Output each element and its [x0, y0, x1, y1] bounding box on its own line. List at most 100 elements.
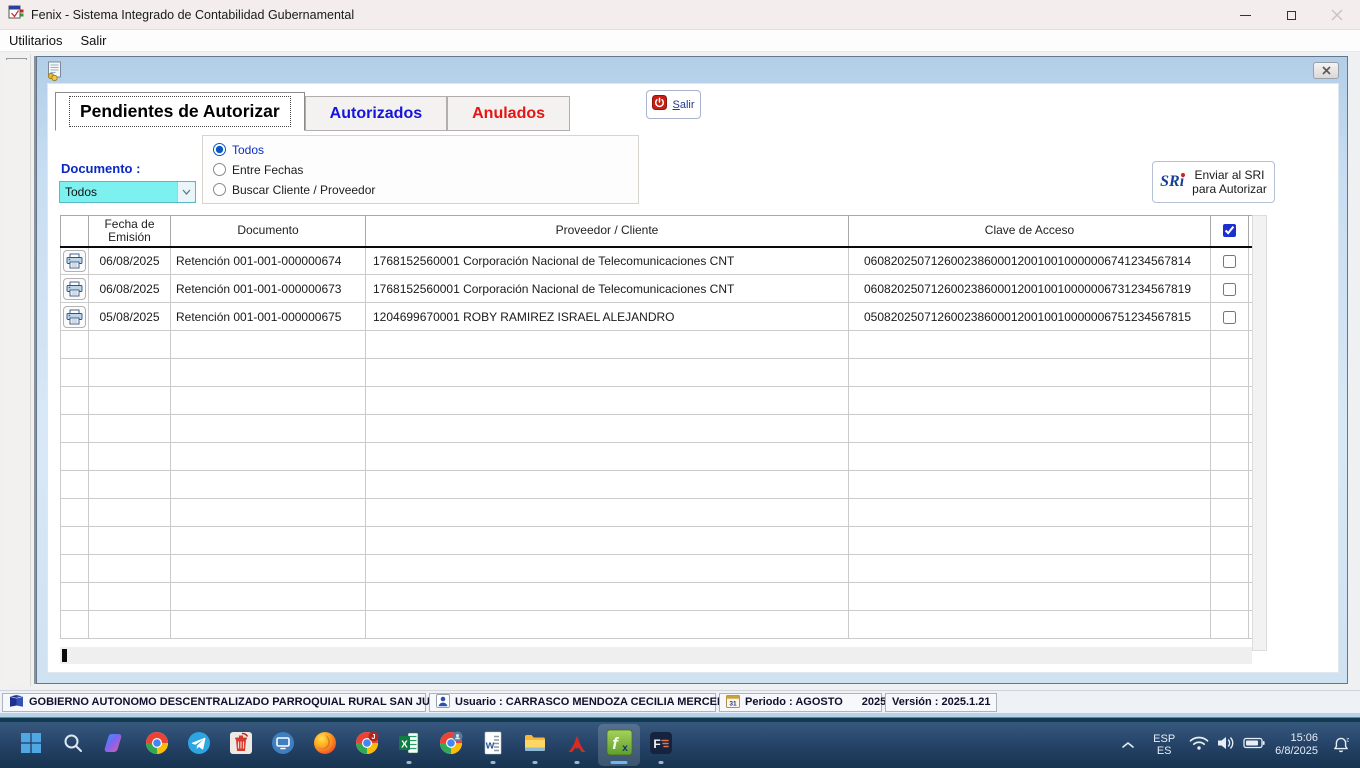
radio-buscar-cliente-proveedor[interactable]: Buscar Cliente / Proveedor: [213, 181, 628, 198]
taskbar-icon-copilot[interactable]: [94, 724, 136, 766]
empty-row: [61, 331, 1253, 359]
fenix-icon: fx: [606, 729, 633, 761]
retenciones-window: Pendientes de Autorizar Autorizados Anul…: [36, 56, 1348, 684]
cell-proveedor: 1768152560001 Corporación Nacional de Te…: [366, 275, 849, 303]
taskbar-icon-excel[interactable]: X: [388, 724, 430, 766]
taskbar-icon-telegram[interactable]: [178, 724, 220, 766]
taskbar-icon-firefox[interactable]: [304, 724, 346, 766]
tray-chevron-up-icon[interactable]: [1117, 740, 1139, 750]
screen: Fenix - Sistema Integrado de Contabilida…: [0, 0, 1360, 768]
print-button[interactable]: [63, 250, 86, 272]
enviar-al-sri-button[interactable]: SRi Enviar al SRI para Autorizar: [1152, 161, 1275, 203]
chrome-profile-icon: J: [355, 731, 379, 760]
tab-anulados[interactable]: Anulados: [447, 96, 570, 131]
taskbar-icon-explorer[interactable]: [514, 724, 556, 766]
radio-todos[interactable]: Todos: [213, 141, 628, 158]
taskbar-icon-remote-desktop[interactable]: [262, 724, 304, 766]
maximize-button[interactable]: [1268, 0, 1314, 30]
svg-text:z: z: [1346, 737, 1349, 743]
documento-column-header: Documento: [171, 216, 366, 247]
form-content: Pendientes de Autorizar Autorizados Anul…: [47, 83, 1339, 673]
svg-text:31: 31: [729, 700, 737, 707]
maximize-icon: [1287, 11, 1296, 20]
app-titlebar: Fenix - Sistema Integrado de Contabilida…: [0, 0, 1360, 30]
radio-entre-fechas[interactable]: Entre Fechas: [213, 161, 628, 178]
empty-row: [61, 555, 1253, 583]
taskbar-icons: JXw fx F: [10, 722, 682, 768]
cell-clave: 0608202507126002386000120010010000006741…: [849, 247, 1211, 275]
tray-language[interactable]: ESPES: [1149, 733, 1179, 757]
notification-bell-icon[interactable]: z: [1328, 736, 1354, 754]
minimize-button[interactable]: [1222, 0, 1268, 30]
row-checkbox[interactable]: [1223, 311, 1236, 324]
close-button[interactable]: [1314, 0, 1360, 30]
tab-label: Anulados: [472, 105, 545, 123]
statusbar-entity: GOBIERNO AUTONOMO DESCENTRALIZADO PARROQ…: [2, 693, 426, 712]
taskbar-icon-chrome[interactable]: [136, 724, 178, 766]
chrome-icon: [145, 731, 169, 760]
grid-horizontal-scrollbar[interactable]: [60, 647, 1252, 664]
empty-row: [61, 499, 1253, 527]
mdi-left-panel: [2, 54, 31, 686]
sri-button-label: Enviar al SRI para Autorizar: [1192, 168, 1267, 196]
taskbar-icon-search[interactable]: [52, 724, 94, 766]
select-all-checkbox[interactable]: [1223, 224, 1236, 237]
menubar: Utilitarios Salir: [0, 30, 1360, 52]
system-tray: ESPES 15:066/8/2025 z: [1117, 722, 1354, 768]
statusbar-user: Usuario : CARRASCO MENDOZA CECILIA MERCE…: [429, 693, 716, 712]
print-button[interactable]: [63, 306, 86, 328]
menu-utilitarios[interactable]: Utilitarios: [0, 30, 71, 52]
tab-autorizados[interactable]: Autorizados: [305, 96, 447, 131]
printer-icon: [66, 281, 83, 297]
cell-proveedor: 1768152560001 Corporación Nacional de Te…: [366, 247, 849, 275]
user-icon: [436, 694, 450, 711]
taskbar-icon-chrome-profile[interactable]: J: [346, 724, 388, 766]
fecha-column-header: Fecha deEmisión: [89, 216, 171, 247]
empty-row: [61, 583, 1253, 611]
documents-grid: Fecha deEmisión Documento Proveedor / Cl…: [60, 215, 1253, 639]
wifi-icon: [1189, 735, 1209, 756]
table-row[interactable]: 06/08/2025 Retención 001-001-000000673 1…: [61, 275, 1253, 303]
taskbar-icon-fenix[interactable]: fx: [598, 724, 640, 766]
table-row[interactable]: 05/08/2025 Retención 001-001-000000675 1…: [61, 303, 1253, 331]
taskbar-icon-files-app[interactable]: F: [640, 724, 682, 766]
explorer-icon: [523, 731, 547, 760]
print-button[interactable]: [63, 278, 86, 300]
empty-row: [61, 611, 1253, 639]
taskbar-icon-acrobat[interactable]: [556, 724, 598, 766]
documento-dropdown[interactable]: Todos: [59, 181, 196, 203]
child-close-button[interactable]: [1313, 62, 1339, 79]
printer-icon: [66, 309, 83, 325]
tray-clock[interactable]: 15:066/8/2025: [1275, 732, 1318, 758]
files-app-icon: F: [649, 731, 673, 760]
taskbar-icon-start[interactable]: [10, 724, 52, 766]
taskbar-icon-chrome-alt[interactable]: [430, 724, 472, 766]
radio-icon: [213, 183, 226, 196]
statusbar-period: 31 Periodo : AGOSTO 2025: [719, 693, 882, 712]
tray-status-icons[interactable]: [1189, 735, 1265, 756]
taskbar: JXw fx F ESPES 15:066/8/2025 z: [0, 722, 1360, 768]
row-checkbox[interactable]: [1223, 255, 1236, 268]
taskbar-icon-word[interactable]: w: [472, 724, 514, 766]
version-text: Versión : 2025.1.21: [892, 696, 990, 708]
menu-salir[interactable]: Salir: [71, 30, 115, 52]
scrollbar-thumb[interactable]: [62, 649, 67, 662]
salir-button[interactable]: Salir: [646, 90, 701, 119]
row-checkbox[interactable]: [1223, 283, 1236, 296]
book-icon: [9, 694, 24, 710]
acrobat-icon: [565, 731, 589, 760]
dropdown-arrow-button[interactable]: [177, 182, 195, 202]
salir-button-label: Salir: [672, 99, 694, 111]
tab-label: Pendientes de Autorizar: [70, 97, 290, 126]
minimized-window-handle[interactable]: [6, 58, 27, 60]
empty-row: [61, 415, 1253, 443]
mdi-client: Pendientes de Autorizar Autorizados Anul…: [0, 52, 1360, 690]
taskbar-icon-recycle[interactable]: [220, 724, 262, 766]
remote-desktop-icon: [271, 731, 295, 760]
grid-vertical-scrollbar[interactable]: [1252, 215, 1267, 651]
table-row[interactable]: 06/08/2025 Retención 001-001-000000674 1…: [61, 247, 1253, 275]
tab-pendientes-de-autorizar[interactable]: Pendientes de Autorizar: [55, 92, 305, 131]
cell-documento: Retención 001-001-000000673: [171, 275, 366, 303]
documento-label: Documento :: [61, 161, 140, 176]
excel-icon: X: [397, 731, 421, 760]
